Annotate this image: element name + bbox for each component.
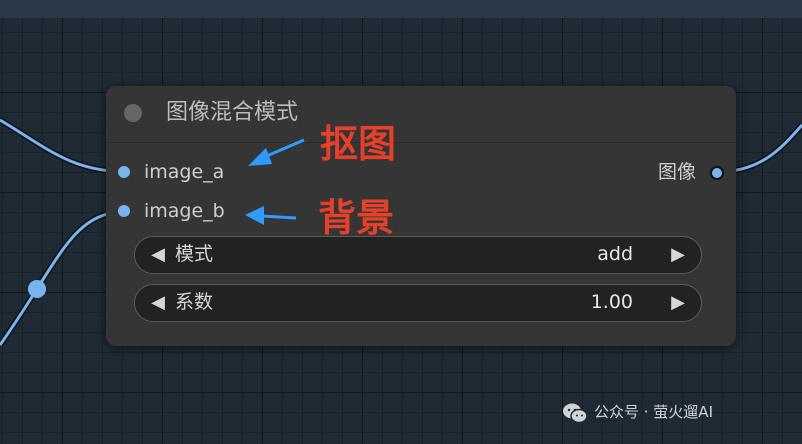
watermark: 公众号 · 萤火遛AI: [562, 400, 713, 424]
annotation-background: 背景: [318, 196, 395, 240]
wechat-icon: [563, 403, 588, 423]
arrow-to-image-a-icon: [248, 138, 305, 166]
annotation-arrows: [245, 138, 305, 225]
annotation-cutout: 抠图: [320, 122, 397, 166]
watermark-text: 公众号 · 萤火遛AI: [594, 403, 713, 421]
arrow-to-image-b-icon: [245, 206, 297, 225]
